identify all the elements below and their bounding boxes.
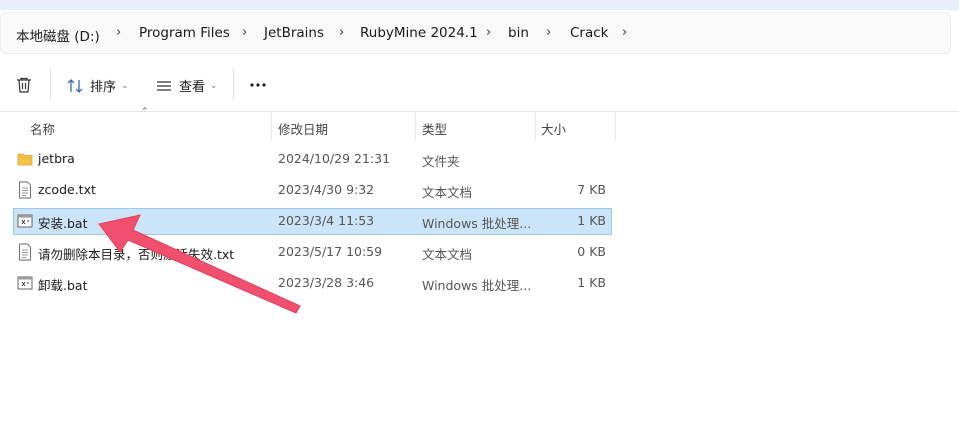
column-divider[interactable] xyxy=(415,113,416,139)
file-size: 1 KB xyxy=(577,213,606,228)
column-divider[interactable] xyxy=(615,113,616,139)
file-name: 卸载.bat xyxy=(38,278,88,293)
file-size: 7 KB xyxy=(577,182,606,197)
column-header-type[interactable]: 类型 xyxy=(422,119,447,138)
file-modified: 2023/3/4 11:53 xyxy=(278,213,375,228)
file-name: 安装.bat xyxy=(38,216,88,231)
file-row-uninstall-bat[interactable]: 卸载.bat 2023/3/28 3:46 Windows 批处理... 1 K… xyxy=(13,270,612,297)
window-top-strip xyxy=(0,0,959,10)
sort-caret-icon: ⌃ xyxy=(141,107,149,117)
toolbar-separator xyxy=(233,68,234,100)
column-header-size[interactable]: 大小 xyxy=(541,119,566,138)
column-header-modified[interactable]: 修改日期 xyxy=(278,119,328,138)
more-icon xyxy=(250,83,266,87)
file-type: Windows 批处理... xyxy=(422,278,532,293)
delete-button[interactable] xyxy=(15,76,33,94)
file-size: 0 KB xyxy=(577,244,606,259)
file-size: 1 KB xyxy=(577,275,606,290)
toolbar-separator xyxy=(50,68,51,100)
view-label: 查看 xyxy=(179,80,206,95)
column-divider[interactable] xyxy=(271,113,272,139)
column-divider[interactable] xyxy=(535,113,536,139)
file-type: Windows 批处理... xyxy=(422,216,532,231)
chevron-down-icon: ⌄ xyxy=(121,80,129,91)
view-button[interactable]: 查看 ⌄ xyxy=(155,76,218,95)
text-file-icon xyxy=(19,181,31,199)
chevron-right-icon[interactable]: › xyxy=(486,25,491,40)
batch-file-icon xyxy=(17,214,33,228)
column-header-name[interactable]: 名称 xyxy=(30,119,55,138)
file-type: 文本文档 xyxy=(422,247,473,262)
more-options-button[interactable] xyxy=(248,76,268,94)
file-modified: 2023/3/28 3:46 xyxy=(278,275,375,290)
address-bar[interactable]: 本地磁盘 (D:) › Program Files › JetBrains › … xyxy=(0,12,951,54)
breadcrumb-program-files[interactable]: Program Files xyxy=(139,25,230,41)
file-row-install-bat[interactable]: 安装.bat 2023/3/4 11:53 Windows 批处理... 1 K… xyxy=(13,208,612,235)
file-row-notice-txt[interactable]: 请勿删除本目录，否则激活失效.txt 2023/5/17 10:59 文本文档 … xyxy=(13,239,612,266)
breadcrumb-crack[interactable]: Crack xyxy=(570,25,609,41)
chevron-down-icon: ⌄ xyxy=(210,80,218,91)
chevron-right-icon[interactable]: › xyxy=(546,25,551,40)
sort-icon xyxy=(67,78,83,93)
text-file-icon xyxy=(19,243,31,261)
file-row-zcode[interactable]: zcode.txt 2023/4/30 9:32 文本文档 7 KB xyxy=(13,177,612,204)
batch-file-icon xyxy=(17,276,33,290)
chevron-right-icon[interactable]: › xyxy=(242,25,247,40)
sort-button[interactable]: 排序 ⌄ xyxy=(66,76,129,95)
breadcrumb-rubymine[interactable]: RubyMine 2024.1 xyxy=(360,25,478,41)
file-modified: 2023/5/17 10:59 xyxy=(278,244,383,259)
file-name: 请勿删除本目录，否则激活失效.txt xyxy=(38,247,235,262)
file-name: jetbra xyxy=(38,151,75,166)
chevron-right-icon[interactable]: › xyxy=(339,25,344,40)
view-icon xyxy=(157,80,171,91)
chevron-right-icon[interactable]: › xyxy=(116,25,121,40)
breadcrumb-bin[interactable]: bin xyxy=(508,25,529,41)
folder-icon xyxy=(17,153,33,166)
chevron-right-icon[interactable]: › xyxy=(622,25,627,40)
sort-label: 排序 xyxy=(90,80,117,95)
file-type: 文本文档 xyxy=(422,185,473,200)
trash-icon xyxy=(17,77,31,93)
breadcrumb-drive[interactable]: 本地磁盘 (D:) xyxy=(16,25,100,45)
file-modified: 2024/10/29 21:31 xyxy=(278,151,391,166)
file-name: zcode.txt xyxy=(38,182,96,197)
file-modified: 2023/4/30 9:32 xyxy=(278,182,375,197)
file-type: 文件夹 xyxy=(422,154,460,169)
breadcrumb-jetbrains[interactable]: JetBrains xyxy=(264,25,324,41)
file-row-jetbra[interactable]: jetbra 2024/10/29 21:31 文件夹 xyxy=(13,146,612,173)
